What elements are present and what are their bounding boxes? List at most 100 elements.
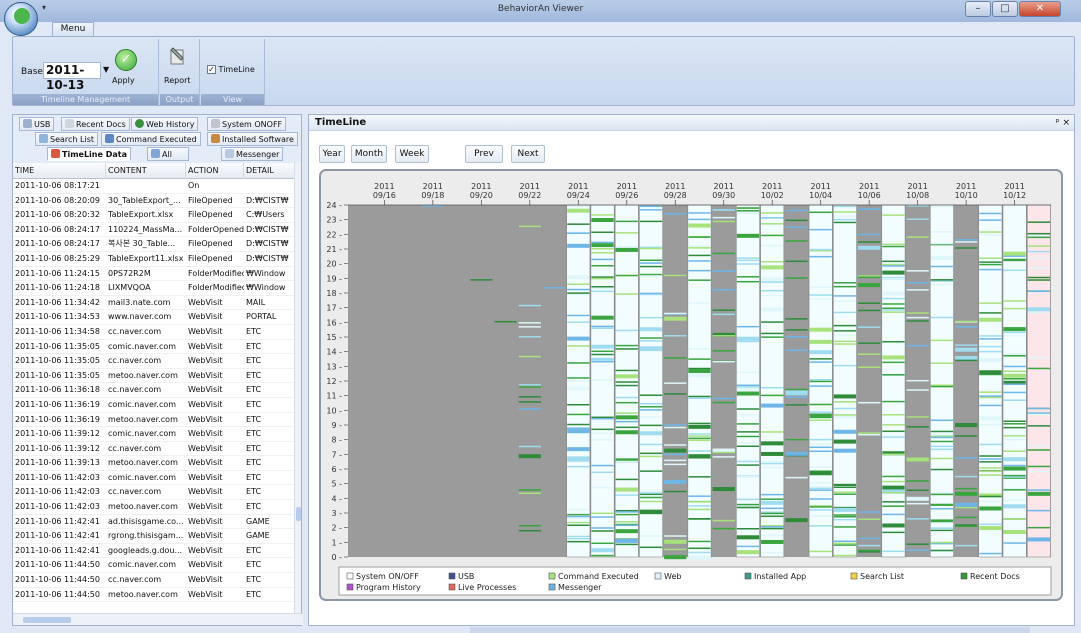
timeline-header: TimeLine ᵖ ×	[309, 115, 1074, 131]
event-mark	[1003, 355, 1026, 357]
event-mark	[615, 415, 638, 420]
close-button[interactable]: ✕	[1019, 1, 1061, 17]
cell-detail: ETC	[246, 326, 262, 336]
table-row[interactable]: 2011-10-06 08:20:32 TableExport.xlsx FileO…	[13, 208, 296, 223]
event-mark	[688, 439, 711, 442]
event-mark	[1003, 518, 1026, 520]
event-mark	[1003, 251, 1026, 256]
tab-menu[interactable]: Menu	[52, 22, 94, 36]
x-year-label: 2011	[374, 182, 394, 191]
tab-search-list[interactable]: Search List	[35, 132, 99, 146]
scroll-thumb[interactable]	[23, 617, 71, 623]
cell-content: cc.naver.com	[108, 385, 162, 395]
event-mark	[518, 454, 541, 459]
maximize-button[interactable]: □	[992, 1, 1018, 17]
tab-timeline-data[interactable]: TimeLine Data	[47, 147, 131, 161]
minimize-button[interactable]: –	[965, 1, 991, 17]
tab-system-onoff[interactable]: System ONOFF	[207, 117, 287, 131]
table-row[interactable]: 2011-10-06 11:36:19 metoo.naver.com WebVis…	[13, 413, 296, 428]
tab-command-executed[interactable]: Command Executed	[101, 132, 201, 146]
pin-close-controls[interactable]: ᵖ ×	[1056, 115, 1070, 131]
tab-all[interactable]: All	[147, 147, 189, 161]
table-row[interactable]: 2011-10-06 11:34:42 mail3.nate.com WebVisi…	[13, 296, 296, 311]
event-mark	[639, 205, 663, 208]
table-row[interactable]: 2011-10-06 08:24:17 110224_MassMa... Folde…	[13, 223, 296, 238]
report-icon[interactable]	[168, 45, 188, 67]
table-row[interactable]: 2011-10-06 11:42:03 metoo.naver.com WebVis…	[13, 500, 296, 515]
event-mark	[809, 446, 832, 449]
checkbox-check-icon[interactable]: ✓	[207, 65, 216, 74]
event-mark	[712, 527, 735, 530]
tab-messenger[interactable]: Messenger	[221, 147, 284, 161]
event-mark	[833, 295, 857, 297]
vertical-scrollbar[interactable]	[294, 163, 301, 615]
table-row[interactable]: 2011-10-06 11:44:50 comic.naver.com WebVis…	[13, 558, 296, 574]
table-row[interactable]: 2011-10-06 08:25:29 TableExport11.xlsx Fil…	[13, 252, 296, 267]
table-row[interactable]: 2011-10-06 08:17:21 On	[13, 179, 296, 194]
table-row[interactable]: 2011-10-06 11:34:53 www.naver.com WebVisit…	[13, 310, 296, 325]
tab-installed-software[interactable]: Installed Software	[207, 132, 298, 146]
event-mark	[639, 220, 663, 223]
table-row[interactable]: 2011-10-06 11:36:18 cc.naver.com WebVisit E…	[13, 383, 296, 398]
prev-button[interactable]: Prev	[465, 145, 503, 163]
table-row[interactable]: 2011-10-06 08:20:09 30_TableExport_... Fil…	[13, 194, 296, 209]
horizontal-scrollbar[interactable]	[13, 613, 303, 625]
next-button[interactable]: Next	[511, 145, 545, 163]
table-row[interactable]: 2011-10-06 11:39:12 comic.naver.com WebVis…	[13, 427, 296, 442]
table-row[interactable]: 2011-10-06 11:34:58 cc.naver.com WebVisit E…	[13, 325, 296, 340]
report-button[interactable]: Report	[164, 76, 191, 85]
apply-button[interactable]: Apply	[112, 76, 135, 85]
table-row[interactable]: 2011-10-06 11:42:41 rgrong.thisisgam... We…	[13, 529, 296, 544]
tab-web-history[interactable]: Web History	[131, 117, 199, 131]
combo-arrow-icon[interactable]: ▼	[103, 65, 109, 74]
table-row[interactable]: 2011-10-06 11:42:41 googleads.g.dou... Web…	[13, 544, 296, 559]
event-mark	[591, 290, 614, 293]
table-row[interactable]: 2011-10-06 11:42:03 cc.naver.com WebVisit E…	[13, 485, 296, 501]
legend-swatch	[654, 572, 662, 580]
column-header-action[interactable]: ACTION	[186, 163, 244, 179]
cell-time: 2011-10-06 11:34:53	[15, 312, 100, 322]
table-row[interactable]: 2011-10-06 11:35:05 cc.naver.com WebVisit E…	[13, 354, 296, 369]
year-button[interactable]: Year	[319, 145, 345, 163]
base-date-combo[interactable]: 2011-10-13	[43, 62, 101, 92]
tab-recent-docs[interactable]: Recent Docs	[61, 117, 130, 131]
event-mark	[639, 546, 663, 549]
month-button[interactable]: Month	[351, 145, 387, 163]
table-row[interactable]: 2011-10-06 11:44:50 cc.naver.com WebVisit E…	[13, 573, 296, 588]
app-orb-button[interactable]	[4, 2, 38, 36]
event-mark	[955, 320, 978, 323]
column-header-detail[interactable]: DETAIL	[244, 163, 296, 179]
apply-check-icon[interactable]: ✓	[115, 49, 137, 71]
table-row[interactable]: 2011-10-06 11:39:12 cc.naver.com WebVisit E…	[13, 442, 296, 457]
table-row[interactable]: 2011-10-06 11:44:50 metoo.naver.com WebVis…	[13, 588, 296, 603]
column-header-content[interactable]: CONTENT	[106, 163, 186, 179]
table-row[interactable]: 2011-10-06 11:24:15 0PS72R2M FolderModifie…	[13, 267, 296, 282]
event-mark	[979, 370, 1002, 375]
table-row[interactable]: 2011-10-06 11:36:19 comic.naver.com WebVis…	[13, 398, 296, 413]
event-mark	[833, 221, 857, 224]
group-view: ✓ TimeLine View	[201, 39, 265, 105]
cell-action: WebVisit	[188, 502, 223, 512]
cell-detail: C:₩Users	[246, 210, 285, 220]
event-mark	[761, 526, 784, 528]
table-row[interactable]: 2011-10-06 11:39:13 metoo.naver.com WebVis…	[13, 456, 296, 471]
scroll-thumb[interactable]	[296, 507, 301, 521]
timeline-checkbox[interactable]: ✓ TimeLine	[207, 65, 255, 74]
table-row[interactable]: 2011-10-06 11:35:05 comic.naver.com WebVis…	[13, 340, 296, 355]
cell-action: WebVisit	[188, 458, 223, 468]
table-row[interactable]: 2011-10-06 11:42:41 ad.thisisgame.co... We…	[13, 515, 296, 530]
event-mark	[906, 549, 929, 551]
week-button[interactable]: Week	[395, 145, 429, 163]
event-mark	[858, 518, 881, 521]
y-tick-label: 0 -	[331, 553, 342, 562]
event-mark	[1027, 489, 1050, 491]
table-row[interactable]: 2011-10-06 11:24:18 LIXMVQOA FolderModifie…	[13, 281, 296, 296]
table-row[interactable]: 2011-10-06 11:35:05 metoo.naver.com WebVis…	[13, 369, 296, 384]
table-row[interactable]: 2011-10-06 11:42:03 comic.naver.com WebVis…	[13, 471, 296, 486]
tab-usb[interactable]: USB	[19, 117, 55, 131]
event-mark	[809, 550, 832, 553]
event-mark	[639, 452, 663, 455]
table-row[interactable]: 2011-10-06 08:24:17 복사본 30_Table... FileOp…	[13, 237, 296, 252]
column-header-time[interactable]: TIME	[13, 163, 106, 179]
event-mark	[833, 285, 857, 288]
